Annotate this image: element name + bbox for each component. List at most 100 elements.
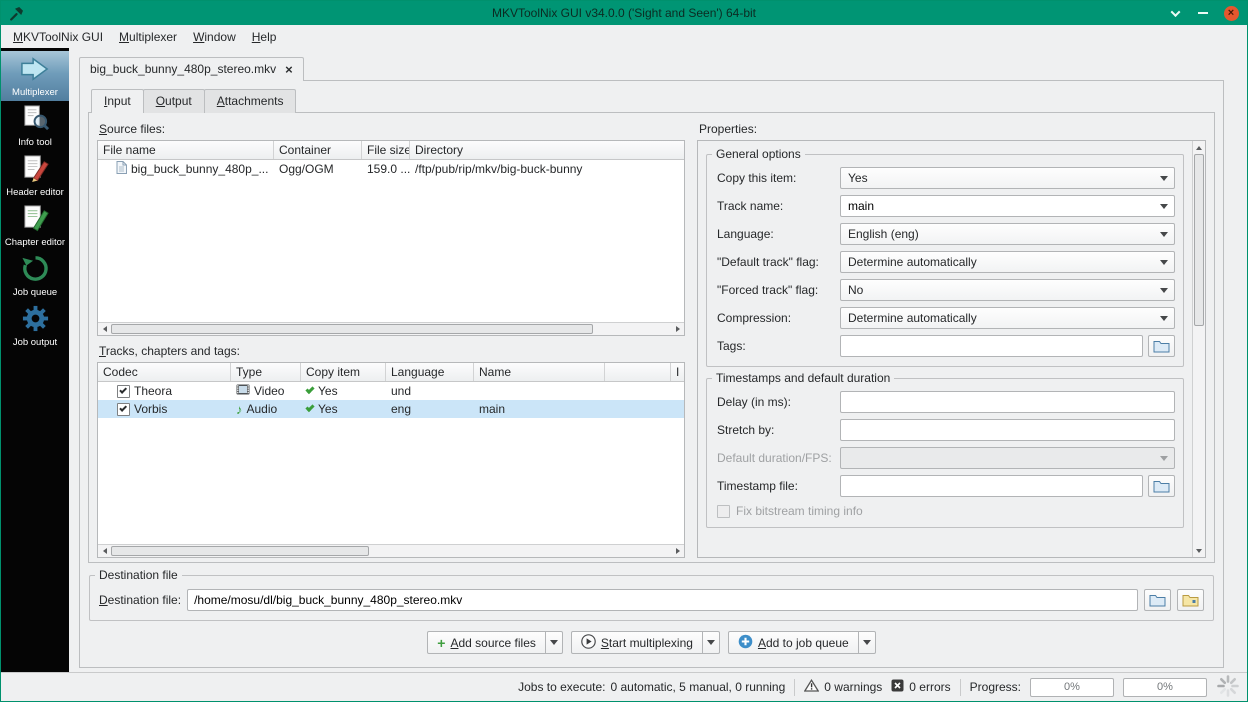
- source-file-name: big_buck_bunny_480p_...: [131, 162, 269, 176]
- source-file-row[interactable]: big_buck_bunny_480p_... Ogg/OGM 159.0 ..…: [98, 160, 684, 178]
- column-header-name[interactable]: Name: [474, 363, 605, 381]
- scroll-left-button[interactable]: [98, 545, 111, 557]
- file-tabbar: big_buck_bunny_480p_stereo.mkv ×: [79, 57, 1224, 81]
- delay-input[interactable]: [840, 391, 1175, 413]
- scroll-left-button[interactable]: [98, 323, 111, 335]
- folder-icon: [1153, 341, 1170, 353]
- language-value: English (eng): [848, 227, 919, 241]
- sidebar-item-label: Multiplexer: [12, 86, 58, 98]
- shade-button[interactable]: [1167, 5, 1183, 21]
- destination-file-input[interactable]: [187, 589, 1138, 611]
- menu-multiplexer[interactable]: Multiplexer: [111, 27, 185, 47]
- fix-bitstream-row: Fix bitstream timing info: [715, 503, 1175, 524]
- action-buttons: + Add source files Start multiplexing Ad…: [88, 621, 1215, 663]
- window-menu-icon[interactable]: [9, 5, 25, 21]
- add-source-files-button[interactable]: + Add source files: [427, 631, 546, 654]
- chapter-editor-icon: [21, 204, 50, 236]
- sidebar-item-chapter-editor[interactable]: Chapter editor: [1, 201, 69, 251]
- scrollbar-thumb[interactable]: [111, 324, 593, 334]
- sidebar-item-header-editor[interactable]: Header editor: [1, 151, 69, 201]
- scrollbar-thumb[interactable]: [1194, 154, 1204, 326]
- close-button[interactable]: ×: [1223, 5, 1239, 21]
- combo-dropdown-button[interactable]: [1155, 196, 1174, 216]
- track-name-input[interactable]: [841, 196, 1155, 216]
- sidebar-item-job-queue[interactable]: Job queue: [1, 251, 69, 301]
- default-track-flag-label: "Default track" flag:: [717, 255, 819, 269]
- column-header-file-size[interactable]: File size: [362, 141, 410, 159]
- source-files-hscrollbar[interactable]: [98, 322, 684, 335]
- chevron-down-icon: [1160, 259, 1168, 265]
- track-enabled-checkbox[interactable]: [117, 402, 130, 416]
- file-tab[interactable]: big_buck_bunny_480p_stereo.mkv ×: [79, 57, 304, 81]
- track-enabled-checkbox[interactable]: [117, 384, 130, 398]
- menu-mkvtoolnix-gui[interactable]: MKVToolNix GUI: [5, 27, 111, 47]
- properties-vscrollbar[interactable]: [1192, 141, 1205, 557]
- start-multiplexing-label: Start multiplexing: [600, 635, 693, 650]
- copy-this-item-select[interactable]: Yes: [840, 167, 1175, 189]
- general-options-title: General options: [712, 147, 805, 161]
- track-codec-cell: Theora: [98, 382, 231, 400]
- add-source-files-menu-button[interactable]: [545, 631, 563, 654]
- jobs-value: 0 automatic, 5 manual, 0 running: [610, 680, 786, 694]
- track-id-cell: [671, 382, 684, 400]
- tracks-hscrollbar[interactable]: [98, 544, 684, 557]
- scroll-up-button[interactable]: [1193, 141, 1205, 154]
- source-file-name-cell: big_buck_bunny_480p_...: [98, 160, 274, 178]
- tags-input[interactable]: [840, 335, 1143, 357]
- stretch-by-input[interactable]: [840, 419, 1175, 441]
- close-tab-icon[interactable]: ×: [285, 63, 293, 76]
- stretch-by-label: Stretch by:: [717, 423, 775, 437]
- sidebar-item-job-output[interactable]: Job output: [1, 301, 69, 351]
- column-header-file-name[interactable]: File name: [98, 141, 274, 159]
- subtab-bar: Input Output Attachments: [88, 89, 1215, 113]
- timestamps-group: Timestamps and default duration Delay (i…: [706, 371, 1184, 528]
- app-window: MKVToolNix GUI v34.0.0 ('Sight and Seen'…: [0, 0, 1248, 702]
- browse-timestamp-file-button[interactable]: [1148, 475, 1175, 497]
- column-header-spacer[interactable]: [605, 363, 671, 381]
- open-destination-folder-button[interactable]: [1177, 589, 1204, 611]
- scroll-right-button[interactable]: [671, 323, 684, 335]
- timestamp-file-input[interactable]: [840, 475, 1143, 497]
- default-track-flag-select[interactable]: Determine automatically: [840, 251, 1175, 273]
- track-row-video[interactable]: Theora Video Yes und: [98, 382, 684, 400]
- column-header-directory[interactable]: Directory: [410, 141, 684, 159]
- column-header-container[interactable]: Container: [274, 141, 362, 159]
- progress-bar-total: 0%: [1123, 677, 1207, 697]
- tab-attachments[interactable]: Attachments: [203, 89, 297, 113]
- add-to-job-queue-menu-button[interactable]: [858, 631, 876, 654]
- column-header-copy-item[interactable]: Copy item: [301, 363, 386, 381]
- tab-input[interactable]: Input: [91, 89, 144, 113]
- titlebar: MKVToolNix GUI v34.0.0 ('Sight and Seen'…: [1, 1, 1247, 25]
- scroll-down-button[interactable]: [1193, 544, 1205, 557]
- progress-current-value: 0%: [1064, 681, 1080, 693]
- column-header-id[interactable]: I: [671, 363, 684, 381]
- track-codec: Vorbis: [134, 402, 168, 416]
- statusbar-separator: [959, 678, 961, 696]
- track-row-audio[interactable]: Vorbis ♪ Audio Yes eng main: [98, 400, 684, 418]
- track-name-combo[interactable]: [840, 195, 1175, 217]
- minimize-button[interactable]: [1195, 5, 1211, 21]
- chevron-down-icon: [1160, 175, 1168, 181]
- column-header-codec[interactable]: Codec: [98, 363, 231, 381]
- start-multiplexing-menu-button[interactable]: [702, 631, 720, 654]
- sidebar-item-multiplexer[interactable]: Multiplexer: [1, 51, 69, 101]
- check-icon: [119, 404, 128, 412]
- start-multiplexing-button[interactable]: Start multiplexing: [570, 631, 703, 654]
- menu-help[interactable]: Help: [244, 27, 285, 47]
- column-header-type[interactable]: Type: [231, 363, 301, 381]
- column-header-language[interactable]: Language: [386, 363, 474, 381]
- browse-tags-button[interactable]: [1148, 335, 1175, 357]
- sidebar-item-info-tool[interactable]: Info tool: [1, 101, 69, 151]
- tab-output[interactable]: Output: [142, 89, 205, 113]
- scrollbar-thumb[interactable]: [111, 546, 369, 556]
- add-to-job-queue-button[interactable]: Add to job queue: [727, 631, 859, 654]
- chevron-down-icon: [1160, 203, 1168, 209]
- scroll-right-button[interactable]: [671, 545, 684, 557]
- compression-select[interactable]: Determine automatically: [840, 307, 1175, 329]
- statusbar: Jobs to execute: 0 automatic, 5 manual, …: [1, 672, 1247, 701]
- forced-track-flag-select[interactable]: No: [840, 279, 1175, 301]
- menu-window[interactable]: Window: [185, 27, 244, 47]
- language-select[interactable]: English (eng): [840, 223, 1175, 245]
- browse-destination-button[interactable]: [1144, 589, 1171, 611]
- track-id-cell: [671, 400, 684, 418]
